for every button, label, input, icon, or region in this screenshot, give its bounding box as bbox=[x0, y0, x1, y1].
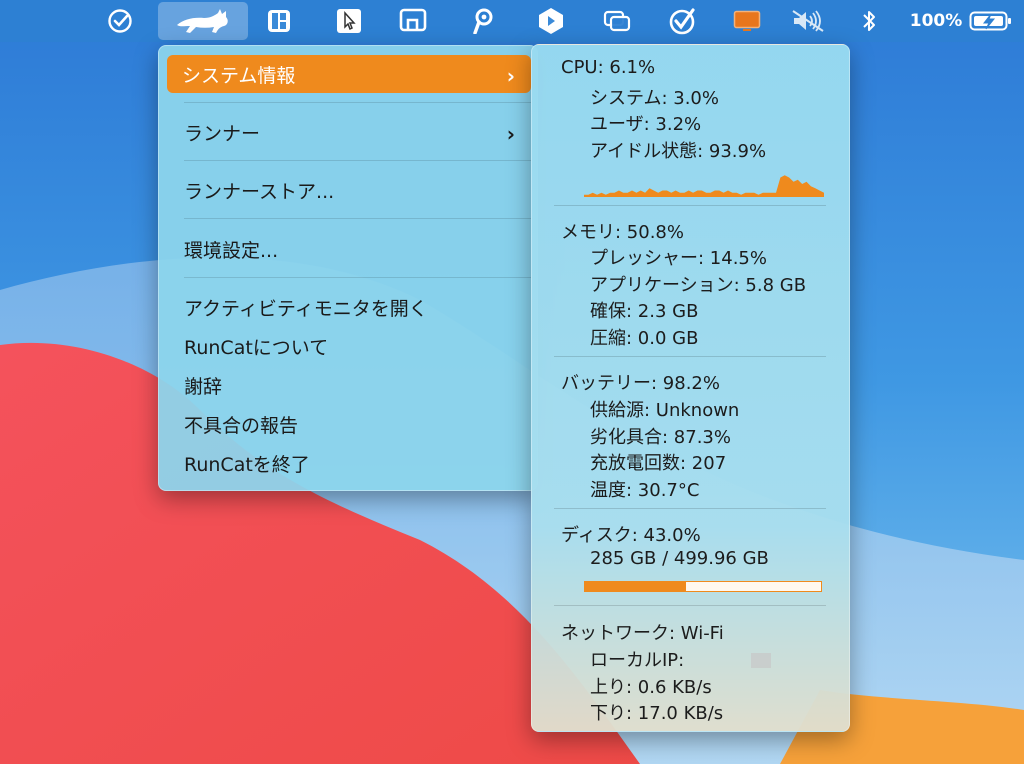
menu-item-label: アクティビティモニタを開く bbox=[184, 297, 428, 320]
battery-level: バッテリー: 98.2% bbox=[561, 373, 720, 394]
menu-item-label: ランナー bbox=[184, 122, 261, 145]
screen-icon[interactable] bbox=[730, 0, 764, 42]
disk-usage: ディスク: 43.0% bbox=[561, 525, 701, 546]
shortcuts-icon[interactable] bbox=[534, 0, 568, 42]
runcat-menu: システム情報 › ランナー › ランナーストア... 環境設定... アクティビ… bbox=[158, 45, 538, 491]
cpu-history-area bbox=[584, 175, 824, 197]
disk-usage-bar bbox=[584, 581, 822, 592]
battery-charging-icon[interactable] bbox=[968, 0, 1014, 42]
memory-compressed: 圧縮: 0.0 GB bbox=[590, 328, 699, 349]
chevron-right-icon: › bbox=[506, 64, 515, 88]
menu-item-system-info[interactable]: システム情報 › bbox=[167, 55, 531, 93]
windows-grid-icon[interactable] bbox=[262, 0, 296, 42]
check-badge-icon[interactable] bbox=[664, 0, 700, 42]
menu-separator bbox=[184, 102, 531, 103]
network-download: 下り: 17.0 KB/s bbox=[590, 703, 724, 724]
cpu-history-graph bbox=[584, 175, 824, 197]
section-separator bbox=[554, 205, 826, 206]
windows-icon[interactable] bbox=[600, 0, 634, 42]
bluetooth-icon[interactable] bbox=[856, 0, 882, 42]
menu-item-open-activity-monitor[interactable]: アクティビティモニタを開く bbox=[169, 288, 531, 326]
cursor-icon[interactable] bbox=[332, 0, 366, 42]
section-separator bbox=[554, 605, 826, 606]
display-icon[interactable] bbox=[396, 0, 430, 42]
battery-source: 供給源: Unknown bbox=[590, 400, 740, 421]
memory-pressure: プレッシャー: 14.5% bbox=[590, 248, 767, 269]
network-interface: ネットワーク: Wi-Fi bbox=[561, 623, 724, 644]
disk-usage-fill bbox=[585, 582, 687, 591]
menu-item-label: RunCatについて bbox=[184, 336, 329, 359]
menu-item-acknowledgements[interactable]: 謝辞 bbox=[169, 366, 531, 404]
system-info-submenu: CPU: 6.1% システム: 3.0% ユーザ: 3.2% アイドル状態: 9… bbox=[531, 44, 850, 732]
section-separator bbox=[554, 356, 826, 357]
cpu-idle: アイドル状態: 93.9% bbox=[590, 141, 767, 162]
section-separator bbox=[554, 508, 826, 509]
battery-percent-text: 100% bbox=[909, 11, 963, 31]
memory-wired: 確保: 2.3 GB bbox=[590, 301, 699, 322]
menu-item-label: 謝辞 bbox=[184, 375, 223, 398]
menu-item-runner[interactable]: ランナー › bbox=[169, 113, 531, 151]
battery-cycles: 充放電回数: 207 bbox=[590, 453, 727, 474]
battery-percent[interactable]: 100% bbox=[906, 0, 966, 42]
menu-item-runner-store[interactable]: ランナーストア... bbox=[169, 171, 531, 209]
menu-item-quit[interactable]: RunCatを終了 bbox=[169, 444, 531, 482]
checkmark-circle-icon[interactable] bbox=[103, 0, 137, 42]
speaker-muted-icon[interactable] bbox=[788, 0, 828, 42]
network-upload: 上り: 0.6 KB/s bbox=[590, 677, 712, 698]
menu-item-label: 環境設定... bbox=[184, 239, 279, 262]
battery-temperature: 温度: 30.7°C bbox=[590, 480, 700, 501]
cpu-user: ユーザ: 3.2% bbox=[590, 114, 702, 135]
chevron-right-icon: › bbox=[506, 122, 515, 146]
menu-item-report-bug[interactable]: 不具合の報告 bbox=[169, 405, 531, 443]
network-local-ip: ローカルIP: bbox=[590, 650, 685, 671]
battery-health: 劣化具合: 87.3% bbox=[590, 427, 731, 448]
memory-usage: メモリ: 50.8% bbox=[561, 222, 684, 243]
memory-app: アプリケーション: 5.8 GB bbox=[590, 275, 807, 296]
runcat-icon[interactable] bbox=[158, 2, 248, 40]
p-icon[interactable] bbox=[468, 0, 498, 42]
menu-separator bbox=[184, 218, 531, 219]
menu-item-label: 不具合の報告 bbox=[184, 414, 299, 437]
menu-item-label: システム情報 bbox=[182, 64, 296, 87]
cpu-usage: CPU: 6.1% bbox=[561, 57, 656, 78]
menu-item-preferences[interactable]: 環境設定... bbox=[169, 230, 531, 268]
menu-item-about[interactable]: RunCatについて bbox=[169, 327, 531, 365]
redacted-ip bbox=[751, 653, 771, 668]
disk-capacity: 285 GB / 499.96 GB bbox=[590, 548, 769, 569]
menu-separator bbox=[184, 160, 531, 161]
menu-item-label: ランナーストア... bbox=[184, 180, 335, 203]
menu-item-label: RunCatを終了 bbox=[184, 453, 310, 476]
menu-bar: 100% bbox=[0, 0, 1024, 42]
cpu-system: システム: 3.0% bbox=[590, 88, 719, 109]
menu-separator bbox=[184, 277, 531, 278]
